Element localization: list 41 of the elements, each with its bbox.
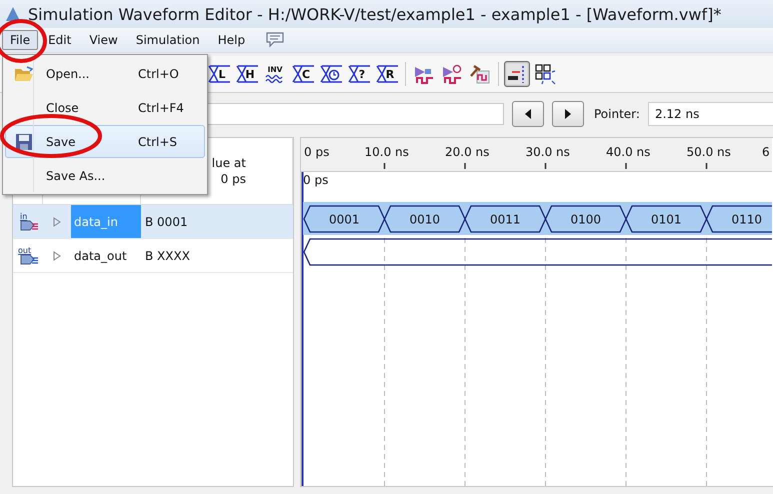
menu-item[interactable]: Close Ctrl+F4: [5, 91, 205, 124]
left-triangle-icon: [524, 109, 532, 119]
menu-item[interactable]: Edit: [40, 30, 80, 50]
cursor-label: 0 ps: [303, 173, 328, 187]
signal-row[interactable]: in data_in B 0001: [13, 205, 293, 239]
bus-value: 0110: [731, 212, 762, 226]
bus-value: 0011: [490, 212, 521, 226]
time-label: 10.0 ns: [364, 145, 409, 159]
expand-icon[interactable]: [53, 250, 61, 260]
bus-value: 0010: [409, 212, 440, 226]
right-triangle-icon: [564, 109, 572, 119]
snap-to-transition-icon[interactable]: [504, 61, 530, 87]
next-button[interactable]: [552, 101, 584, 127]
expand-icon[interactable]: [53, 216, 61, 226]
comment-icon[interactable]: [265, 31, 286, 49]
menu-item[interactable]: Simulation: [128, 30, 208, 50]
bus-value: 0001: [328, 212, 360, 226]
previous-button[interactable]: [512, 101, 544, 127]
time-label: 20.0 ns: [445, 145, 490, 159]
menu-item[interactable]: Open... Ctrl+O: [5, 57, 205, 90]
pointer-field[interactable]: 2.12 ns: [648, 102, 773, 126]
time-label: 30.0 ns: [526, 145, 570, 159]
column-header: lue at: [212, 155, 246, 171]
menu-item[interactable]: Save Ctrl+S: [5, 125, 205, 158]
folder-icon: [14, 64, 34, 82]
menu-item[interactable]: Save As...: [5, 159, 205, 192]
menu-item[interactable]: View: [81, 30, 126, 50]
app-icon: [4, 5, 22, 23]
time-label: 0 ps: [304, 145, 330, 159]
window-title: Simulation Waveform Editor - H:/WORK-V/test/example1 - example1 - [Waveform.vwf]*: [28, 4, 722, 24]
signal-row[interactable]: out data_out B XXXX: [13, 239, 293, 273]
time-cursor[interactable]: [302, 172, 304, 486]
column-header: 0 ps: [220, 171, 246, 187]
time-label: 6: [762, 145, 770, 159]
bus-value: 0101: [650, 212, 682, 226]
pointer-label: Pointer:: [594, 107, 640, 121]
time-label: 40.0 ns: [606, 145, 650, 159]
menu-item[interactable]: File: [2, 30, 38, 50]
menu-item[interactable]: Help: [210, 30, 254, 50]
bus-value: 0100: [570, 212, 602, 226]
time-label: 50.0 ns: [686, 145, 731, 159]
